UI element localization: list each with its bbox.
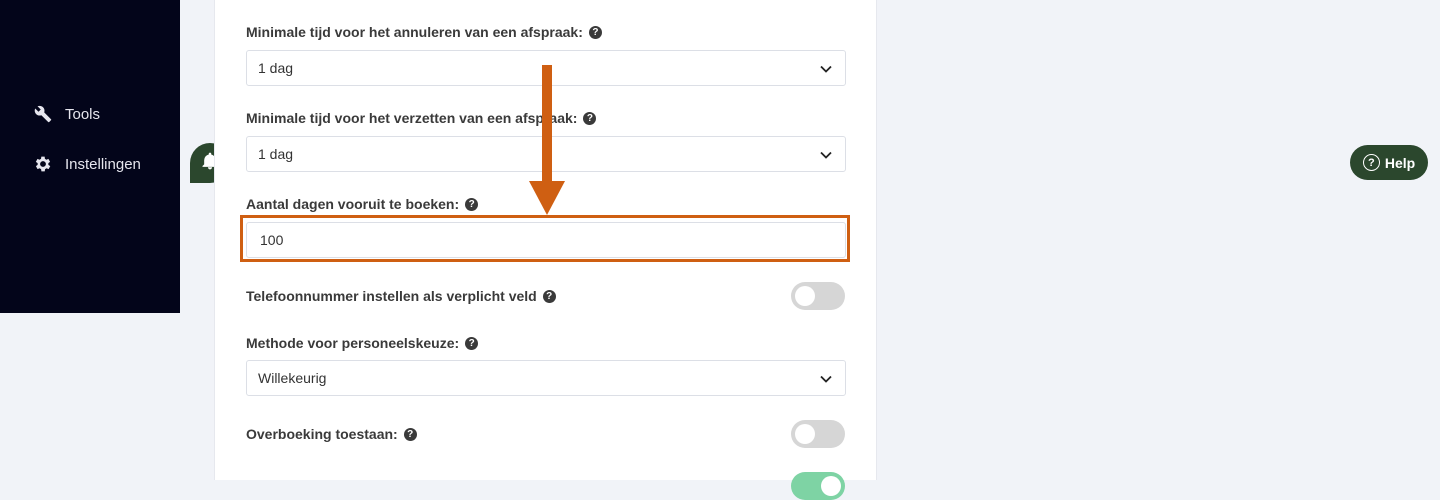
- chevron-down-icon: [820, 65, 832, 73]
- gear-icon: [33, 154, 53, 174]
- wrench-icon: [33, 104, 53, 124]
- chevron-down-icon: [820, 375, 832, 383]
- phone-required-toggle[interactable]: [791, 282, 845, 310]
- sidebar-item-instellingen[interactable]: Instellingen: [33, 154, 141, 174]
- help-circle-icon[interactable]: ?: [542, 289, 556, 303]
- toggle-knob: [795, 424, 815, 444]
- sidebar: Tools Instellingen: [0, 0, 180, 313]
- sidebar-item-label: Tools: [65, 105, 101, 123]
- annotation-arrow-icon: [529, 181, 565, 215]
- staff-method-select[interactable]: Willekeurig: [246, 360, 846, 396]
- sidebar-item-tools[interactable]: Tools: [33, 104, 100, 124]
- sidebar-item-label: Instellingen: [65, 155, 141, 173]
- overbooking-toggle[interactable]: [791, 420, 845, 448]
- toggle-knob: [821, 476, 841, 496]
- help-circle-icon[interactable]: ?: [588, 25, 602, 39]
- cancel-time-label: Minimale tijd voor het annuleren van een…: [246, 24, 602, 40]
- help-button[interactable]: ? Help: [1350, 145, 1428, 180]
- toggle-knob: [795, 286, 815, 306]
- chevron-down-icon: [820, 151, 832, 159]
- help-circle-icon[interactable]: ?: [465, 336, 479, 350]
- question-circle-icon: ?: [1362, 154, 1380, 171]
- annotation-highlight-box: [240, 215, 850, 262]
- help-circle-icon[interactable]: ?: [583, 111, 597, 125]
- days-ahead-label: Aantal dagen vooruit te boeken: ?: [246, 196, 479, 212]
- help-circle-icon[interactable]: ?: [403, 427, 417, 441]
- last-setting-toggle[interactable]: [791, 472, 845, 500]
- staff-method-label: Methode voor personeelskeuze: ?: [246, 335, 479, 351]
- phone-required-label: Telefoonnummer instellen als verplicht v…: [246, 288, 556, 304]
- help-circle-icon[interactable]: ?: [465, 197, 479, 211]
- overbooking-label: Overboeking toestaan: ?: [246, 426, 417, 442]
- annotation-arrow-shaft: [542, 65, 552, 183]
